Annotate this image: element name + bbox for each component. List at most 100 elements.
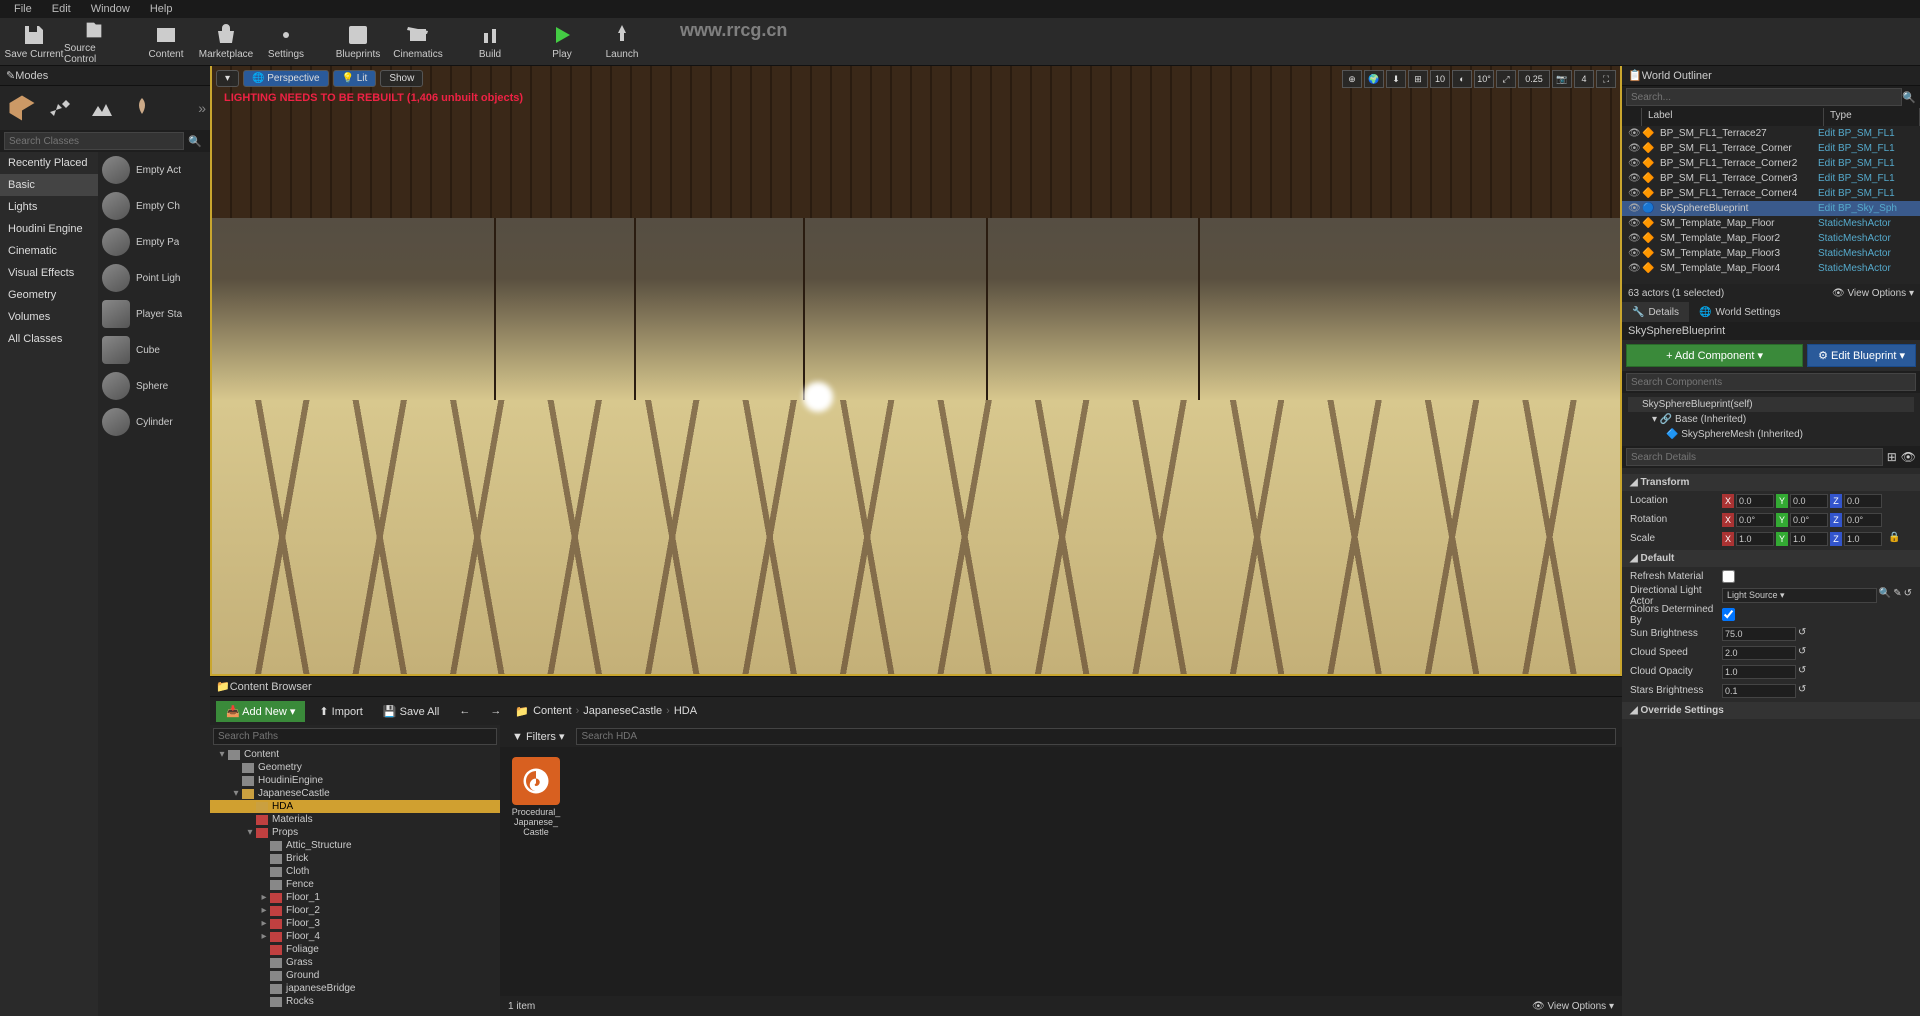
- reset-icon[interactable]: ↺: [1798, 684, 1806, 698]
- reset-icon[interactable]: ↺: [1904, 588, 1912, 603]
- lock-icon[interactable]: 🔒: [1888, 532, 1900, 546]
- blueprints-button[interactable]: Blueprints: [328, 19, 388, 65]
- cat-vfx[interactable]: Visual Effects: [0, 262, 98, 284]
- cloud-opac-input[interactable]: [1722, 665, 1796, 679]
- outliner-row[interactable]: 👁🔶SM_Template_Map_Floor3StaticMeshActor: [1622, 246, 1920, 261]
- reset-icon[interactable]: ↺: [1798, 627, 1806, 641]
- placeable-player-start[interactable]: Player Sta: [98, 296, 210, 332]
- stars-bright-input[interactable]: [1722, 684, 1796, 698]
- tree-node[interactable]: Materials: [210, 813, 500, 826]
- component-base[interactable]: ▾ 🔗 Base (Inherited): [1628, 412, 1914, 427]
- viewport[interactable]: ▾ 🌐 Perspective 💡 Lit Show LIGHTING NEED…: [210, 66, 1622, 676]
- tree-node[interactable]: Attic_Structure: [210, 839, 500, 852]
- outliner-row[interactable]: 👁🔶BP_SM_FL1_Terrace27Edit BP_SM_FL1: [1622, 126, 1920, 141]
- section-override[interactable]: ◢ Override Settings: [1622, 702, 1920, 719]
- add-component-button[interactable]: + Add Component ▾: [1626, 344, 1803, 367]
- loc-x[interactable]: [1736, 494, 1774, 508]
- search-paths-input[interactable]: [213, 728, 497, 745]
- component-mesh[interactable]: 🔷 SkySphereMesh (Inherited): [1628, 427, 1914, 442]
- angle-snap-button[interactable]: ◐: [1452, 70, 1472, 88]
- outliner-rows[interactable]: 👁🔶BP_SM_FL1_Terrace27Edit BP_SM_FL1👁🔶BP_…: [1622, 126, 1920, 284]
- placeable-empty-pawn[interactable]: Empty Pa: [98, 224, 210, 260]
- tree-node[interactable]: Grass: [210, 956, 500, 969]
- tree-node[interactable]: ▾Props: [210, 826, 500, 839]
- tree-node[interactable]: ▸Floor_2: [210, 904, 500, 917]
- cat-all[interactable]: All Classes: [0, 328, 98, 350]
- rot-y[interactable]: [1790, 513, 1828, 527]
- menu-window[interactable]: Window: [81, 3, 140, 15]
- tree-node[interactable]: japaneseBridge: [210, 982, 500, 995]
- cinematics-button[interactable]: Cinematics: [388, 19, 448, 65]
- rot-z[interactable]: [1844, 513, 1882, 527]
- scale-value[interactable]: 0.25: [1518, 70, 1550, 88]
- grid-snap-button[interactable]: ⊞: [1408, 70, 1428, 88]
- cat-volumes[interactable]: Volumes: [0, 306, 98, 328]
- source-control-button[interactable]: Source Control: [64, 19, 124, 65]
- view-options-button[interactable]: 👁 View Options ▾: [1532, 1001, 1614, 1012]
- eye-icon[interactable]: 👁: [1901, 450, 1916, 464]
- cat-cinematic[interactable]: Cinematic: [0, 240, 98, 262]
- scl-x[interactable]: [1736, 532, 1774, 546]
- maximize-button[interactable]: ⛶: [1596, 70, 1616, 88]
- placeable-cube[interactable]: Cube: [98, 332, 210, 368]
- bc-hda[interactable]: HDA: [674, 705, 697, 717]
- cat-recent[interactable]: Recently Placed: [0, 152, 98, 174]
- placeable-empty-char[interactable]: Empty Ch: [98, 188, 210, 224]
- cat-lights[interactable]: Lights: [0, 196, 98, 218]
- colors-det-checkbox[interactable]: [1722, 608, 1735, 621]
- search-assets-input[interactable]: [576, 728, 1616, 745]
- marketplace-button[interactable]: Marketplace: [196, 19, 256, 65]
- loc-y[interactable]: [1790, 494, 1828, 508]
- component-tree[interactable]: SkySphereBlueprint(self) ▾ 🔗 Base (Inher…: [1622, 393, 1920, 446]
- paint-mode-icon[interactable]: [44, 90, 80, 126]
- cat-houdini[interactable]: Houdini Engine: [0, 218, 98, 240]
- pick-icon[interactable]: ✎: [1893, 588, 1901, 603]
- outliner-col-label[interactable]: Label: [1642, 108, 1824, 126]
- perspective-button[interactable]: 🌐 Perspective: [243, 70, 328, 87]
- placeable-sphere[interactable]: Sphere: [98, 368, 210, 404]
- tab-details[interactable]: 🔧 Details: [1622, 302, 1689, 322]
- reset-icon[interactable]: ↺: [1798, 646, 1806, 660]
- search-classes-input[interactable]: [4, 132, 184, 150]
- tree-node[interactable]: Brick: [210, 852, 500, 865]
- outliner-row[interactable]: 👁🔶BP_SM_FL1_Terrace_Corner2Edit BP_SM_FL…: [1622, 156, 1920, 171]
- asset-procedural-castle[interactable]: Procedural_ Japanese_ Castle: [510, 757, 562, 837]
- scl-z[interactable]: [1844, 532, 1882, 546]
- tree-node[interactable]: ▾JapaneseCastle: [210, 787, 500, 800]
- scl-y[interactable]: [1790, 532, 1828, 546]
- menu-edit[interactable]: Edit: [42, 3, 81, 15]
- folder-tree[interactable]: ▾ContentGeometryHoudiniEngine▾JapaneseCa…: [210, 748, 500, 1016]
- chevron-right-icon[interactable]: »: [198, 100, 206, 116]
- edit-blueprint-button[interactable]: ⚙ Edit Blueprint ▾: [1807, 344, 1916, 367]
- search-details-input[interactable]: [1626, 448, 1883, 466]
- dir-light-dropdown[interactable]: Light Source ▾: [1722, 588, 1877, 603]
- import-button[interactable]: ⬆ Import: [313, 701, 368, 722]
- tree-node[interactable]: Rocks: [210, 995, 500, 1008]
- outliner-row[interactable]: 👁🔶BP_SM_FL1_Terrace_Corner3Edit BP_SM_FL…: [1622, 171, 1920, 186]
- section-transform[interactable]: ◢ Transform: [1622, 474, 1920, 491]
- surface-snap-button[interactable]: ⬇: [1386, 70, 1406, 88]
- grid-value[interactable]: 10: [1430, 70, 1450, 88]
- launch-button[interactable]: Launch: [592, 19, 652, 65]
- coord-button[interactable]: 🌍: [1364, 70, 1384, 88]
- outliner-row[interactable]: 👁🔶SM_Template_Map_Floor2StaticMeshActor: [1622, 231, 1920, 246]
- lit-button[interactable]: 💡 Lit: [333, 70, 377, 87]
- menu-help[interactable]: Help: [140, 3, 183, 15]
- save-current-button[interactable]: Save Current: [4, 19, 64, 65]
- placeable-point-light[interactable]: Point Ligh: [98, 260, 210, 296]
- camera-value[interactable]: 4: [1574, 70, 1594, 88]
- play-button[interactable]: Play: [532, 19, 592, 65]
- tab-world-settings[interactable]: 🌐 World Settings: [1689, 302, 1790, 322]
- viewport-menu-button[interactable]: ▾: [216, 70, 239, 87]
- tree-node[interactable]: ▸Floor_1: [210, 891, 500, 904]
- content-button[interactable]: Content: [136, 19, 196, 65]
- bc-content[interactable]: Content: [533, 705, 572, 717]
- reset-icon[interactable]: ↺: [1798, 665, 1806, 679]
- tree-node[interactable]: Geometry: [210, 761, 500, 774]
- outliner-row[interactable]: 👁🔶BP_SM_FL1_Terrace_CornerEdit BP_SM_FL1: [1622, 141, 1920, 156]
- tree-node[interactable]: ▸Floor_3: [210, 917, 500, 930]
- tree-node[interactable]: ▾Content: [210, 748, 500, 761]
- placeable-empty-actor[interactable]: Empty Act: [98, 152, 210, 188]
- save-all-button[interactable]: 💾 Save All: [377, 701, 446, 722]
- tree-node[interactable]: Ground: [210, 969, 500, 982]
